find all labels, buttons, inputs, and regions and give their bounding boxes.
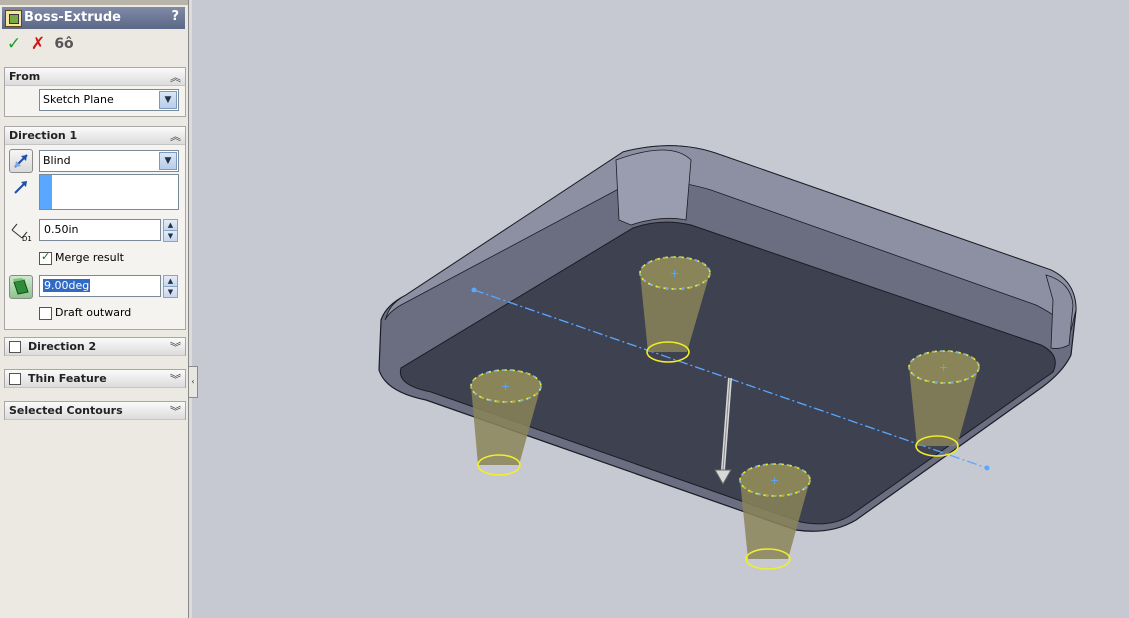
- draft-angle-input[interactable]: 9.00deg: [39, 275, 161, 297]
- depth-input[interactable]: 0.50in: [39, 219, 161, 241]
- direction1-group-header[interactable]: Direction 1 ︽: [5, 127, 185, 145]
- direction2-group-header[interactable]: Direction 2 ︾: [5, 338, 185, 356]
- ok-check-icon[interactable]: ✓: [4, 34, 24, 54]
- centerline-end-point: [984, 465, 990, 471]
- direction2-group: Direction 2 ︾: [4, 337, 186, 356]
- depth-d1-icon: D1: [9, 220, 32, 243]
- merge-result-checkbox[interactable]: [39, 250, 52, 265]
- dropdown-chevron-icon[interactable]: ▼: [159, 91, 177, 109]
- selected-contours-group: Selected Contours ︾: [4, 401, 186, 420]
- thin-feature-group-header[interactable]: Thin Feature ︾: [5, 370, 185, 388]
- from-group-title: From: [9, 70, 41, 83]
- spin-down-icon[interactable]: ▼: [163, 230, 178, 242]
- help-button[interactable]: ?: [171, 9, 179, 24]
- detailed-preview-glasses-icon[interactable]: 6ô: [54, 34, 74, 54]
- reverse-direction-icon: [14, 154, 28, 168]
- feature-title: Boss-Extrude: [24, 10, 121, 25]
- direction1-group: Direction 1 ︽ Blind ▼ D1 0.50in ▲ ▼ ✓ Me…: [4, 126, 186, 330]
- draft-on-off-button[interactable]: [9, 275, 33, 299]
- thin-feature-group: Thin Feature ︾: [4, 369, 186, 388]
- selected-contours-group-header[interactable]: Selected Contours ︾: [5, 402, 185, 420]
- end-condition-value: Blind: [43, 154, 71, 167]
- end-condition-select[interactable]: Blind ▼: [39, 150, 179, 172]
- svg-text:+: +: [939, 361, 948, 374]
- direction2-checkbox[interactable]: [9, 341, 21, 353]
- thin-feature-group-title: Thin Feature: [28, 372, 107, 385]
- svg-text:D1: D1: [22, 235, 32, 242]
- direction-of-extrusion-icon: [11, 177, 33, 197]
- boss-bottom: +: [739, 463, 811, 570]
- expand-chevron-down-icon[interactable]: ︾: [170, 339, 181, 355]
- collapse-chevron-up-icon[interactable]: ︽: [170, 128, 181, 144]
- svg-text:+: +: [770, 474, 779, 487]
- draft-outward-label: Draft outward: [55, 306, 132, 319]
- start-condition-value: Sketch Plane: [43, 93, 114, 106]
- direction2-group-title: Direction 2: [28, 340, 97, 353]
- expand-chevron-down-icon[interactable]: ︾: [170, 403, 181, 419]
- listbox-selection-marker: [40, 175, 52, 209]
- depth-spinner[interactable]: ▲ ▼: [163, 219, 178, 242]
- svg-text:+: +: [501, 380, 510, 393]
- feature-title-bar: Boss-Extrude ?: [2, 7, 185, 29]
- svg-text:+: +: [670, 267, 679, 280]
- centerline-start-point: [471, 287, 477, 293]
- from-group: From ︽ Sketch Plane ▼: [4, 67, 186, 117]
- collapse-chevron-up-icon[interactable]: ︽: [170, 69, 181, 85]
- boss-left: +: [470, 369, 542, 476]
- direction1-group-title: Direction 1: [9, 129, 78, 142]
- property-manager: Boss-Extrude ? ✓ ✗ 6ô From ︽ Sketch Plan…: [0, 0, 189, 618]
- from-group-header[interactable]: From ︽: [5, 68, 185, 86]
- corner-fillet: [615, 149, 692, 226]
- depth-value: 0.50in: [44, 223, 79, 236]
- boss-extrude-icon: [5, 10, 22, 27]
- thin-feature-checkbox[interactable]: [9, 373, 21, 385]
- spin-down-icon[interactable]: ▼: [163, 286, 178, 298]
- dropdown-chevron-icon[interactable]: ▼: [159, 152, 177, 170]
- draft-angle-value: 9.00deg: [43, 279, 91, 292]
- direction-reference-listbox[interactable]: [39, 174, 179, 210]
- selected-contours-group-title: Selected Contours: [9, 404, 123, 417]
- cancel-x-icon[interactable]: ✗: [28, 34, 48, 54]
- reverse-direction-button[interactable]: [9, 149, 33, 173]
- graphics-viewport[interactable]: + + + +: [191, 0, 1129, 618]
- draft-icon: [13, 278, 29, 295]
- panel-tab-strip: [0, 0, 188, 5]
- start-condition-select[interactable]: Sketch Plane ▼: [39, 89, 179, 111]
- expand-chevron-down-icon[interactable]: ︾: [170, 371, 181, 387]
- draft-outward-checkbox[interactable]: [39, 307, 52, 320]
- draft-angle-spinner[interactable]: ▲ ▼: [163, 275, 178, 298]
- merge-result-label: Merge result: [55, 251, 124, 264]
